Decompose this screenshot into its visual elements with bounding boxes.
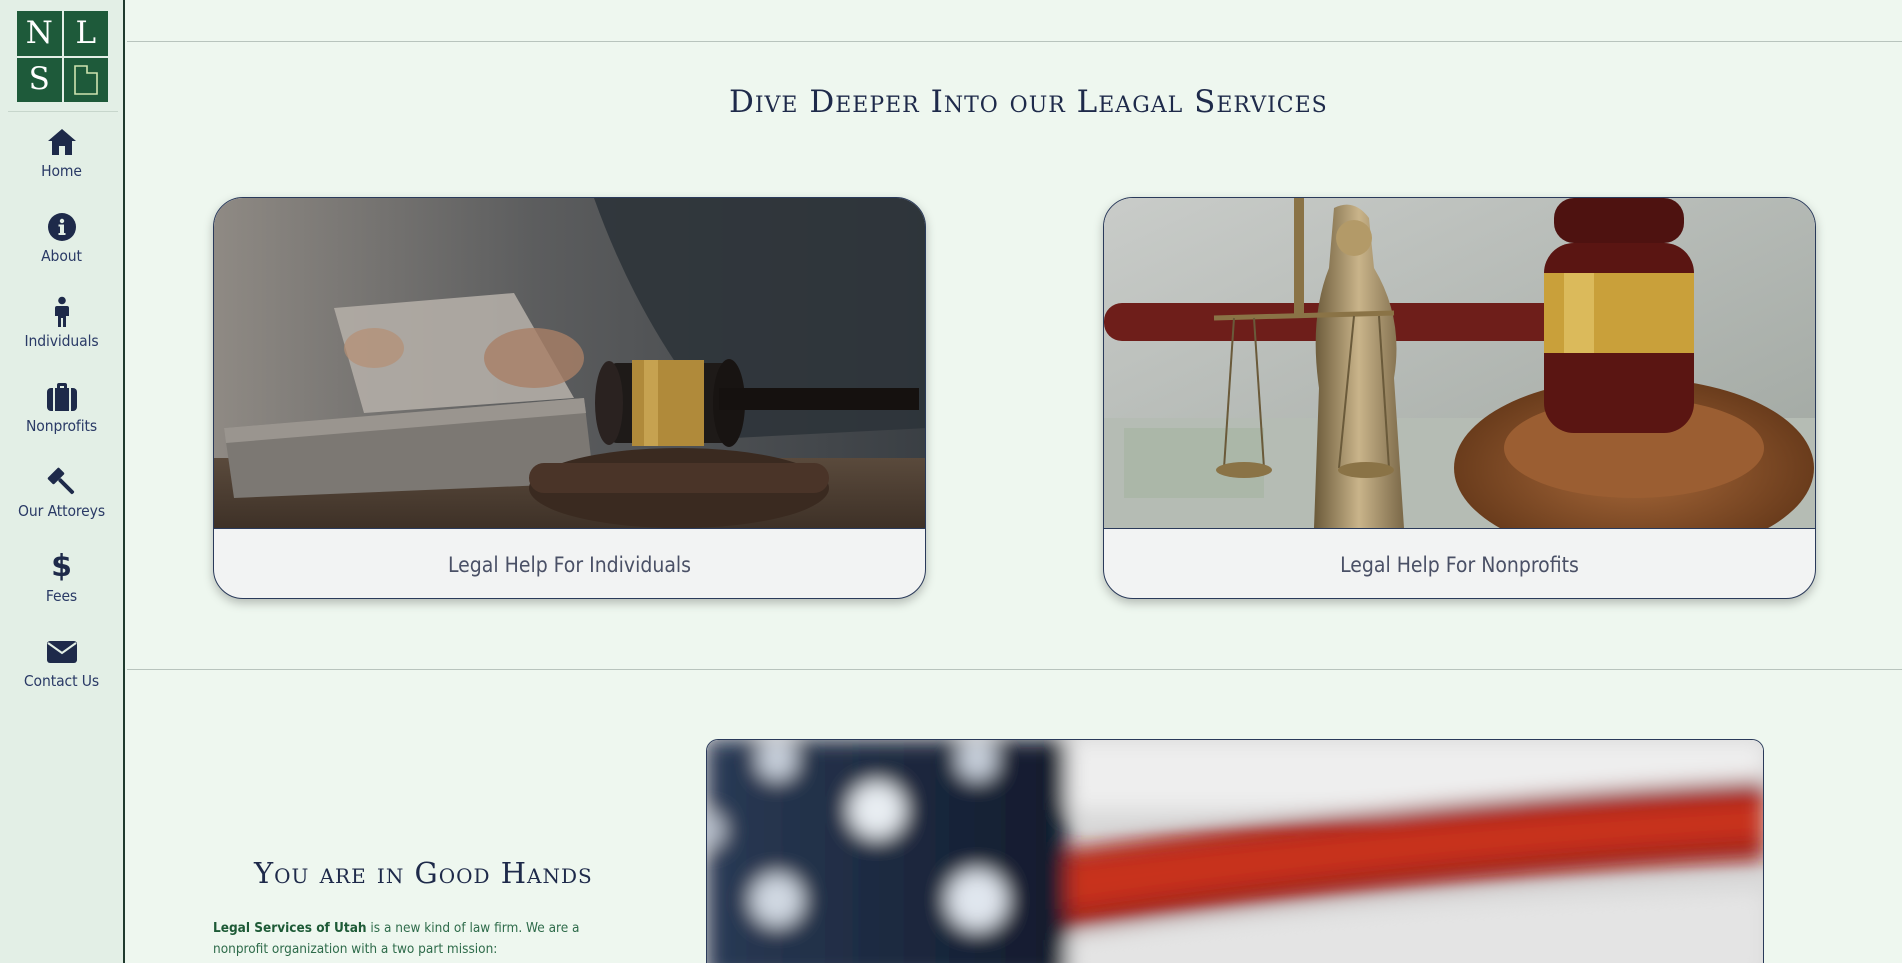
nav-item-individuals[interactable]: Individuals	[0, 291, 123, 376]
nav-item-fees[interactable]: $ Fees	[0, 546, 123, 631]
nav-item-attorneys[interactable]: Our Attoreys	[0, 461, 123, 546]
nav-label-about: About	[41, 247, 82, 265]
card-nonprofits[interactable]: Legal Help For Nonprofits	[1103, 197, 1816, 599]
sidebar-nav: Home About Individuals Nonprofits Our At…	[0, 121, 123, 716]
envelope-icon	[45, 635, 79, 669]
nav-label-individuals: Individuals	[24, 332, 99, 350]
dollar-icon: $	[51, 549, 72, 584]
logo-letter-s: S	[17, 57, 62, 102]
card-nonprofits-caption: Legal Help For Nonprofits	[1104, 528, 1815, 598]
card-individuals-caption: Legal Help For Individuals	[214, 528, 925, 598]
nav-label-attorneys: Our Attoreys	[18, 502, 105, 520]
nav-label-contact: Contact Us	[23, 672, 100, 690]
mission-paragraph: Legal Services of Utah is a new kind of …	[213, 918, 633, 960]
section-divider-middle	[127, 669, 1902, 670]
logo-utah-icon	[63, 57, 108, 102]
info-icon	[45, 210, 79, 244]
nav-label-nonprofits: Nonprofits	[25, 417, 98, 435]
sidebar: N L S Home About Individuals Nonprofits …	[0, 0, 125, 963]
nav-label-fees: Fees	[45, 587, 78, 605]
nav-label-home: Home	[41, 162, 82, 180]
main-content: Dive Deeper Into our Leagal Services Leg…	[127, 0, 1902, 963]
logo[interactable]: N L S	[17, 11, 108, 102]
person-icon	[45, 295, 79, 329]
card-nonprofits-image	[1104, 198, 1815, 558]
good-hands-heading: You are in Good Hands	[254, 856, 593, 890]
services-heading: Dive Deeper Into our Leagal Services	[729, 84, 1328, 120]
logo-letter-n: N	[17, 11, 62, 56]
card-individuals[interactable]: Legal Help For Individuals	[213, 197, 926, 599]
briefcase-icon	[45, 380, 79, 414]
section-divider-top	[127, 41, 1902, 42]
gavel-icon	[45, 465, 79, 499]
nav-item-nonprofits[interactable]: Nonprofits	[0, 376, 123, 461]
nav-item-about[interactable]: About	[0, 206, 123, 291]
home-icon	[45, 125, 79, 159]
logo-letter-l: L	[63, 11, 108, 56]
nav-item-contact[interactable]: Contact Us	[0, 631, 123, 716]
nav-item-home[interactable]: Home	[0, 121, 123, 206]
logo-divider	[8, 111, 118, 112]
org-name[interactable]: Legal Services of Utah	[213, 920, 367, 936]
card-individuals-image	[214, 198, 925, 528]
flag-image	[706, 739, 1764, 963]
